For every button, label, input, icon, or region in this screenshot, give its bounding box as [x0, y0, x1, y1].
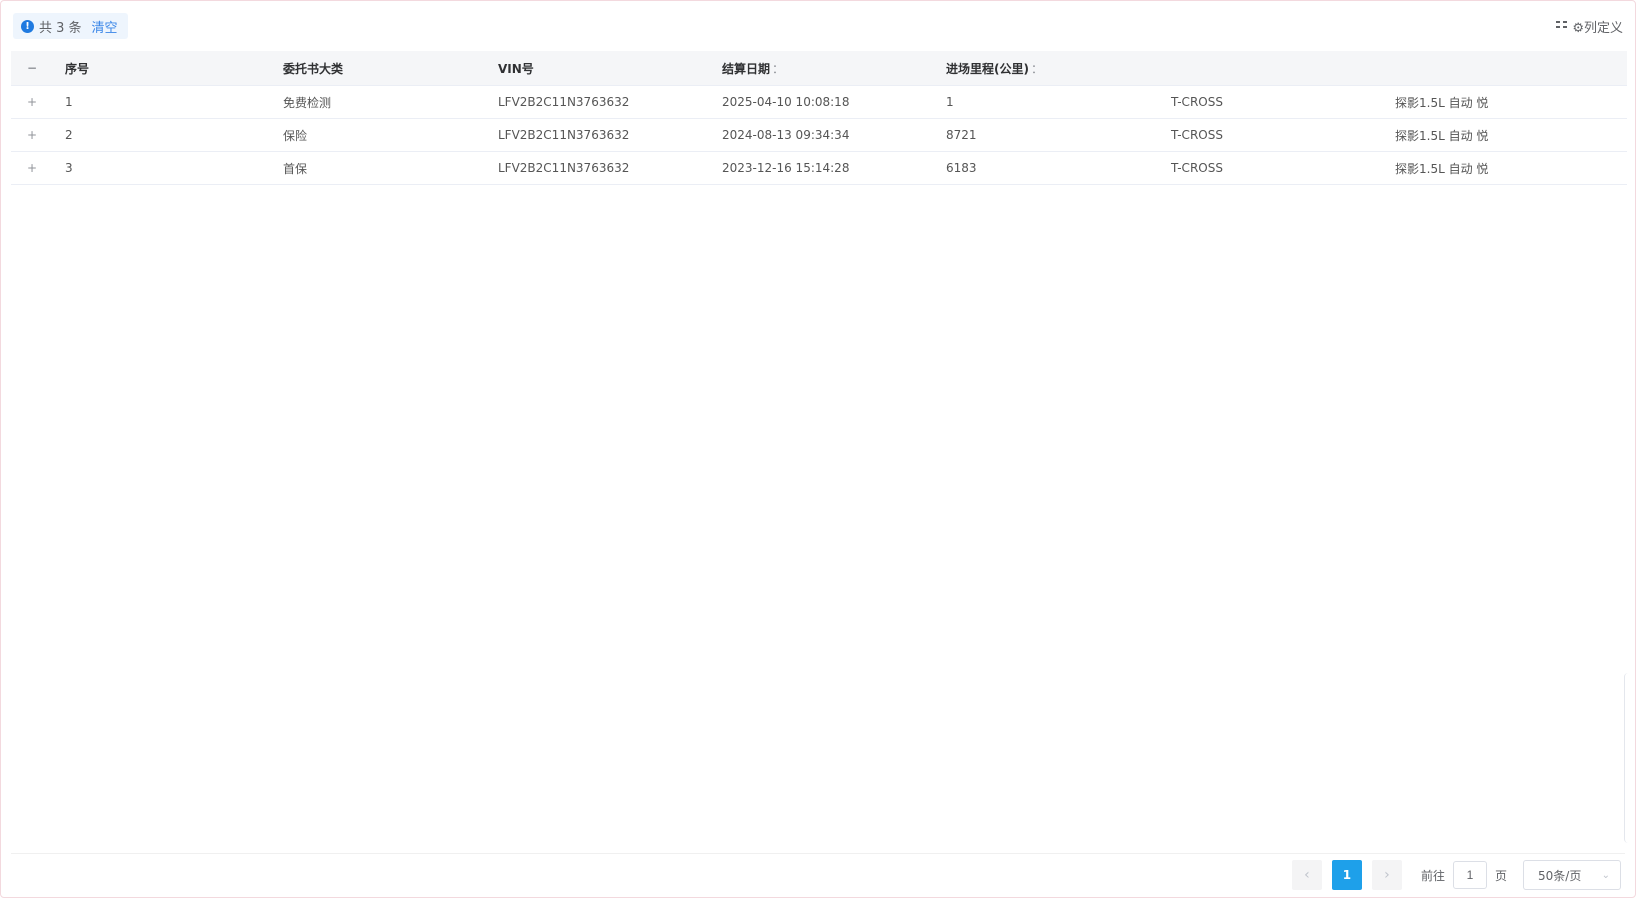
chevron-down-icon: ⌄ [1601, 869, 1610, 881]
pagination: ‹ 1 › 前往 页 50条/页 ⌄ [1287, 859, 1621, 891]
column-header-settle-date[interactable]: 结算日期： [710, 51, 934, 86]
page-unit-label: 页 [1494, 868, 1507, 883]
cell-no: 3 [53, 151, 271, 185]
clear-selection-link[interactable]: 清空 [92, 17, 118, 36]
cell-vin: LFV2B2C11N3763632 [486, 151, 710, 185]
table-row[interactable]: + 2 保险 LFV2B2C11N3763632 2024-08-13 09:3… [11, 118, 1627, 152]
cell-engine: 探影1.5L 自动 悦 [1383, 85, 1627, 119]
goto-label: 前往 [1420, 868, 1445, 883]
cell-mileage: 6183 [934, 151, 1159, 185]
columns-icon [1556, 19, 1568, 34]
cell-category: 保险 [271, 118, 486, 152]
data-table: − 序号 委托书大类 VIN号 结算日期： 进场里程(公里)： + 1 免费检测… [11, 51, 1627, 185]
column-header-model[interactable] [1159, 51, 1383, 86]
cell-model: T-CROSS [1159, 151, 1383, 185]
column-header-no[interactable]: 序号 [53, 51, 271, 86]
cell-category: 首保 [271, 151, 486, 185]
side-drawer-handle[interactable] [1624, 673, 1635, 843]
table-row[interactable]: + 3 首保 LFV2B2C11N3763632 2023-12-16 15:1… [11, 151, 1627, 185]
cell-no: 2 [53, 118, 271, 152]
page-number-current[interactable]: 1 [1331, 860, 1362, 890]
table-toolbar: ! 共 3 条 清空 ⚙列定义 [11, 11, 1625, 41]
prev-page-button[interactable]: ‹ [1291, 860, 1322, 890]
row-expand-toggle[interactable]: + [11, 118, 53, 152]
column-header-category[interactable]: 委托书大类 [271, 51, 486, 86]
cell-model: T-CROSS [1159, 118, 1383, 152]
goto-page-input[interactable] [1452, 861, 1487, 889]
column-header-vin[interactable]: VIN号 [486, 51, 710, 86]
page-size-select[interactable]: 50条/页 ⌄ [1523, 860, 1621, 890]
column-definition-button[interactable]: ⚙列定义 [1556, 17, 1623, 36]
cell-no: 1 [53, 85, 271, 119]
cell-category: 免费检测 [271, 85, 486, 119]
cell-engine: 探影1.5L 自动 悦 [1383, 118, 1627, 152]
info-icon: ! [21, 19, 34, 33]
collapse-all-toggle[interactable]: − [11, 51, 53, 86]
table-panel: ! 共 3 条 清空 ⚙列定义 − 序号 委托书大类 VIN号 结算日期 ： 进… [0, 0, 1636, 898]
table-row[interactable]: + 1 免费检测 LFV2B2C11N3763632 2025-04-10 10… [11, 85, 1627, 119]
cell-mileage: 8721 [934, 118, 1159, 152]
cell-engine: 探影1.5L 自动 悦 [1383, 151, 1627, 185]
next-page-button[interactable]: › [1371, 860, 1402, 890]
cell-vin: LFV2B2C11N3763632 [486, 118, 710, 152]
selection-info: ! 共 3 条 清空 [13, 13, 128, 39]
column-definition-label: ⚙列定义 [1572, 21, 1623, 36]
cell-model: T-CROSS [1159, 85, 1383, 119]
column-header-mileage[interactable]: 进场里程(公里)： [934, 51, 1159, 86]
page-size-value: 50条/页 [1538, 868, 1582, 883]
cell-mileage: 1 [934, 85, 1159, 119]
cell-date: 2023-12-16 15:14:28 [710, 151, 934, 185]
cell-vin: LFV2B2C11N3763632 [486, 85, 710, 119]
row-expand-toggle[interactable]: + [11, 151, 53, 185]
selection-count: 共 3 条 [39, 20, 82, 36]
table-header-row: − 序号 委托书大类 VIN号 结算日期： 进场里程(公里)： [11, 51, 1627, 86]
row-expand-toggle[interactable]: + [11, 85, 53, 119]
footer-divider [11, 853, 1625, 854]
cell-date: 2024-08-13 09:34:34 [710, 118, 934, 152]
column-header-engine[interactable] [1383, 51, 1627, 86]
cell-date: 2025-04-10 10:08:18 [710, 85, 934, 119]
